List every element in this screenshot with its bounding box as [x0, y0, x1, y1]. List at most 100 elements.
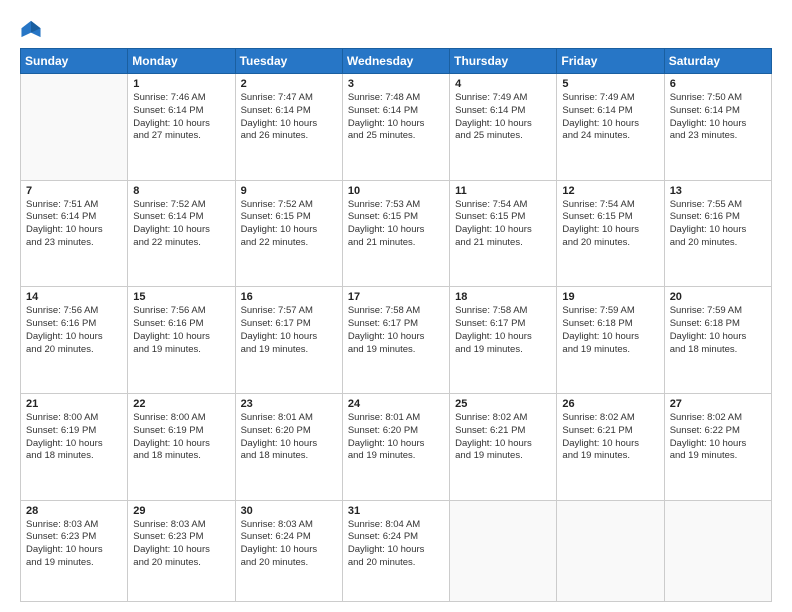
day-number: 1: [133, 78, 229, 90]
day-number: 31: [348, 505, 444, 517]
calendar-day-cell: 19 Sunrise: 7:59 AM Sunset: 6:18 PM Dayli…: [557, 287, 664, 394]
calendar-day-cell: 31 Sunrise: 8:04 AM Sunset: 6:24 PM Dayli…: [342, 500, 449, 602]
calendar-day-cell: 8 Sunrise: 7:52 AM Sunset: 6:14 PM Daylig…: [128, 180, 235, 287]
day-detail: Sunrise: 8:03 AM Sunset: 6:23 PM Dayligh…: [133, 519, 229, 570]
day-number: 7: [26, 185, 122, 197]
calendar-header-saturday: Saturday: [664, 49, 771, 74]
day-detail: Sunrise: 7:49 AM Sunset: 6:14 PM Dayligh…: [562, 92, 658, 143]
day-number: 12: [562, 185, 658, 197]
day-detail: Sunrise: 7:49 AM Sunset: 6:14 PM Dayligh…: [455, 92, 551, 143]
calendar-table: SundayMondayTuesdayWednesdayThursdayFrid…: [20, 48, 772, 602]
calendar-day-cell: 6Sunrise: 7:50 AM Sunset: 6:14 PM Daylig…: [664, 74, 771, 181]
day-number: 4: [455, 78, 551, 90]
calendar-week-row: 28Sunrise: 8:03 AM Sunset: 6:23 PM Dayli…: [21, 500, 772, 602]
day-detail: Sunrise: 7:59 AM Sunset: 6:18 PM Dayligh…: [670, 305, 766, 356]
calendar-header-tuesday: Tuesday: [235, 49, 342, 74]
logo-icon: [20, 18, 42, 40]
day-number: 14: [26, 291, 122, 303]
calendar-header-thursday: Thursday: [450, 49, 557, 74]
day-number: 5: [562, 78, 658, 90]
day-number: 24: [348, 398, 444, 410]
day-number: 30: [241, 505, 337, 517]
calendar-day-cell: 29 Sunrise: 8:03 AM Sunset: 6:23 PM Dayli…: [128, 500, 235, 602]
calendar-day-cell: [450, 500, 557, 602]
day-detail: Sunrise: 7:56 AM Sunset: 6:16 PM Dayligh…: [26, 305, 122, 356]
day-detail: Sunrise: 7:52 AM Sunset: 6:15 PM Dayligh…: [241, 199, 337, 250]
calendar-header-row: SundayMondayTuesdayWednesdayThursdayFrid…: [21, 49, 772, 74]
calendar-day-cell: [557, 500, 664, 602]
day-detail: Sunrise: 8:03 AM Sunset: 6:23 PM Dayligh…: [26, 519, 122, 570]
calendar-day-cell: 28Sunrise: 8:03 AM Sunset: 6:23 PM Dayli…: [21, 500, 128, 602]
day-detail: Sunrise: 7:59 AM Sunset: 6:18 PM Dayligh…: [562, 305, 658, 356]
calendar-header-wednesday: Wednesday: [342, 49, 449, 74]
day-detail: Sunrise: 7:51 AM Sunset: 6:14 PM Dayligh…: [26, 199, 122, 250]
calendar-day-cell: 18 Sunrise: 7:58 AM Sunset: 6:17 PM Dayli…: [450, 287, 557, 394]
day-number: 23: [241, 398, 337, 410]
page: SundayMondayTuesdayWednesdayThursdayFrid…: [0, 0, 792, 612]
day-number: 18: [455, 291, 551, 303]
day-detail: Sunrise: 8:02 AM Sunset: 6:21 PM Dayligh…: [455, 412, 551, 463]
day-number: 27: [670, 398, 766, 410]
day-detail: Sunrise: 8:02 AM Sunset: 6:22 PM Dayligh…: [670, 412, 766, 463]
day-number: 10: [348, 185, 444, 197]
day-detail: Sunrise: 7:46 AM Sunset: 6:14 PM Dayligh…: [133, 92, 229, 143]
day-detail: Sunrise: 8:03 AM Sunset: 6:24 PM Dayligh…: [241, 519, 337, 570]
calendar-day-cell: 20 Sunrise: 7:59 AM Sunset: 6:18 PM Dayli…: [664, 287, 771, 394]
day-number: 2: [241, 78, 337, 90]
day-detail: Sunrise: 7:54 AM Sunset: 6:15 PM Dayligh…: [562, 199, 658, 250]
calendar-header-sunday: Sunday: [21, 49, 128, 74]
calendar-day-cell: 5 Sunrise: 7:49 AM Sunset: 6:14 PM Daylig…: [557, 74, 664, 181]
calendar-day-cell: 7 Sunrise: 7:51 AM Sunset: 6:14 PM Daylig…: [21, 180, 128, 287]
day-number: 26: [562, 398, 658, 410]
day-number: 20: [670, 291, 766, 303]
calendar-header-friday: Friday: [557, 49, 664, 74]
calendar-day-cell: 21Sunrise: 8:00 AM Sunset: 6:19 PM Dayli…: [21, 393, 128, 500]
day-number: 29: [133, 505, 229, 517]
day-detail: Sunrise: 7:47 AM Sunset: 6:14 PM Dayligh…: [241, 92, 337, 143]
calendar-day-cell: 16 Sunrise: 7:57 AM Sunset: 6:17 PM Dayli…: [235, 287, 342, 394]
day-number: 19: [562, 291, 658, 303]
day-detail: Sunrise: 7:53 AM Sunset: 6:15 PM Dayligh…: [348, 199, 444, 250]
day-detail: Sunrise: 8:01 AM Sunset: 6:20 PM Dayligh…: [348, 412, 444, 463]
calendar-week-row: 14 Sunrise: 7:56 AM Sunset: 6:16 PM Dayli…: [21, 287, 772, 394]
day-detail: Sunrise: 7:52 AM Sunset: 6:14 PM Dayligh…: [133, 199, 229, 250]
calendar-day-cell: 27 Sunrise: 8:02 AM Sunset: 6:22 PM Dayli…: [664, 393, 771, 500]
calendar-day-cell: 22 Sunrise: 8:00 AM Sunset: 6:19 PM Dayli…: [128, 393, 235, 500]
calendar-week-row: 1 Sunrise: 7:46 AM Sunset: 6:14 PM Daylig…: [21, 74, 772, 181]
day-detail: Sunrise: 8:02 AM Sunset: 6:21 PM Dayligh…: [562, 412, 658, 463]
calendar-day-cell: 9 Sunrise: 7:52 AM Sunset: 6:15 PM Daylig…: [235, 180, 342, 287]
calendar-day-cell: 25 Sunrise: 8:02 AM Sunset: 6:21 PM Dayli…: [450, 393, 557, 500]
header: [20, 18, 772, 40]
day-number: 8: [133, 185, 229, 197]
calendar-day-cell: 23 Sunrise: 8:01 AM Sunset: 6:20 PM Dayli…: [235, 393, 342, 500]
calendar-day-cell: 12 Sunrise: 7:54 AM Sunset: 6:15 PM Dayli…: [557, 180, 664, 287]
day-detail: Sunrise: 7:54 AM Sunset: 6:15 PM Dayligh…: [455, 199, 551, 250]
calendar-day-cell: [664, 500, 771, 602]
day-number: 25: [455, 398, 551, 410]
day-detail: Sunrise: 8:04 AM Sunset: 6:24 PM Dayligh…: [348, 519, 444, 570]
calendar-day-cell: 4 Sunrise: 7:49 AM Sunset: 6:14 PM Daylig…: [450, 74, 557, 181]
day-number: 21: [26, 398, 122, 410]
calendar-day-cell: 3Sunrise: 7:48 AM Sunset: 6:14 PM Daylig…: [342, 74, 449, 181]
day-detail: Sunrise: 7:48 AM Sunset: 6:14 PM Dayligh…: [348, 92, 444, 143]
day-number: 22: [133, 398, 229, 410]
calendar-day-cell: 30 Sunrise: 8:03 AM Sunset: 6:24 PM Dayli…: [235, 500, 342, 602]
day-detail: Sunrise: 7:58 AM Sunset: 6:17 PM Dayligh…: [348, 305, 444, 356]
calendar-day-cell: 26 Sunrise: 8:02 AM Sunset: 6:21 PM Dayli…: [557, 393, 664, 500]
day-detail: Sunrise: 7:56 AM Sunset: 6:16 PM Dayligh…: [133, 305, 229, 356]
day-detail: Sunrise: 8:00 AM Sunset: 6:19 PM Dayligh…: [133, 412, 229, 463]
calendar-day-cell: 1 Sunrise: 7:46 AM Sunset: 6:14 PM Daylig…: [128, 74, 235, 181]
day-number: 11: [455, 185, 551, 197]
day-detail: Sunrise: 8:01 AM Sunset: 6:20 PM Dayligh…: [241, 412, 337, 463]
day-detail: Sunrise: 7:57 AM Sunset: 6:17 PM Dayligh…: [241, 305, 337, 356]
calendar-day-cell: 24 Sunrise: 8:01 AM Sunset: 6:20 PM Dayli…: [342, 393, 449, 500]
day-number: 13: [670, 185, 766, 197]
logo: [20, 18, 44, 40]
calendar-day-cell: 11 Sunrise: 7:54 AM Sunset: 6:15 PM Dayli…: [450, 180, 557, 287]
day-number: 9: [241, 185, 337, 197]
day-detail: Sunrise: 7:58 AM Sunset: 6:17 PM Dayligh…: [455, 305, 551, 356]
day-detail: Sunrise: 7:55 AM Sunset: 6:16 PM Dayligh…: [670, 199, 766, 250]
day-number: 16: [241, 291, 337, 303]
calendar-day-cell: 13 Sunrise: 7:55 AM Sunset: 6:16 PM Dayli…: [664, 180, 771, 287]
calendar-day-cell: 17Sunrise: 7:58 AM Sunset: 6:17 PM Dayli…: [342, 287, 449, 394]
